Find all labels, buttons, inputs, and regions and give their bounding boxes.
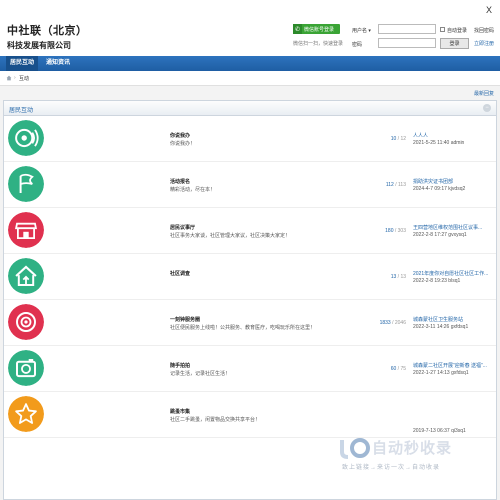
register-link[interactable]: 立即注册 <box>474 40 494 47</box>
post-count: 113 <box>398 182 406 188</box>
forum-row: 跳蚤市集 社区二手跳蚤，闲置物品交换共享平台！ 2019-7-13 06:37 … <box>4 392 496 438</box>
close-icon[interactable]: X <box>486 5 492 15</box>
forum-description: 你说我办！ <box>170 141 196 147</box>
login-button[interactable]: 登录 <box>440 38 469 49</box>
forum-counts: 10 / 12 <box>390 136 406 142</box>
forum-row: 你说我办 你说我办！ 10 / 12 人人人 2021-5-25 11:40 a… <box>4 116 496 162</box>
post-count: 12 <box>400 136 406 142</box>
post-count: 13 <box>400 274 406 280</box>
thread-count: 112 <box>385 182 394 188</box>
forum-counts: 1833 / 2046 <box>379 320 406 326</box>
last-post-meta: 2022-3-11 14:26 gxfdsq1 <box>413 324 469 330</box>
forum-name[interactable]: 社区调查 <box>170 270 190 277</box>
last-post-title[interactable]: 城森蒙二社区开展“迎新春 送福”... <box>413 362 493 369</box>
forum-name[interactable]: 居民议事厅 <box>170 224 195 231</box>
forum-name[interactable]: 跳蚤市集 <box>170 408 190 415</box>
watermark-text: 自动秒收录 <box>372 440 453 457</box>
last-post-meta: 2022-1-27 14:13 gxfdsq1 <box>413 370 469 376</box>
target-icon[interactable] <box>8 304 44 340</box>
breadcrumb: › 互动 <box>0 71 500 86</box>
forum-name[interactable]: 随手拍拍 <box>170 362 190 369</box>
forum-description: 记录生活，记录社区生活！ <box>170 371 231 377</box>
last-post-meta: 2019-7-13 06:37 qi3sq1 <box>413 428 466 434</box>
forum-row: 随手拍拍 记录生活，记录社区生活！ 60 / 75 城森蒙二社区开展“迎新春 送… <box>4 346 496 392</box>
last-post-title[interactable]: 城森蒙社区卫生服务站 <box>413 316 493 323</box>
forgot-password-link[interactable]: 找回密码 <box>474 27 494 34</box>
watermark: 自动秒收录 致上链接→来访一次→自动收录 <box>334 436 494 476</box>
forum-row: 社区调查 13 / 13 2021年度你对自愿社区社区工作... 2022-2-… <box>4 254 496 300</box>
logo-title[interactable]: 中社联（北京） <box>7 22 88 38</box>
site-header: 中社联（北京） 科技发展有限公司 X ✆ 微信账号登录 微信扫一扫，快速登录 用… <box>0 0 500 56</box>
last-post-meta: 2024-4-7 09:17 kjvdsq2 <box>413 186 466 192</box>
forum-name[interactable]: 活动报名 <box>170 178 190 185</box>
wechat-login-button[interactable]: ✆ 微信账号登录 <box>293 24 340 34</box>
last-post-title[interactable]: 捐助洪灾证书团部 <box>413 178 493 185</box>
forum-description: 社区二手跳蚤，闲置物品交换共享平台！ <box>170 417 261 423</box>
camera-icon[interactable] <box>8 350 44 386</box>
newest-reply-link[interactable]: 最新回复 <box>474 90 494 97</box>
thread-count: 1833 <box>379 320 391 326</box>
collapse-icon[interactable]: − <box>483 104 491 112</box>
home-icon[interactable] <box>6 75 12 81</box>
forum-counts: 60 / 75 <box>390 366 406 372</box>
nav-item-residents[interactable]: 居民互动 <box>6 56 39 71</box>
flag-icon[interactable] <box>8 166 44 202</box>
username-input[interactable] <box>378 24 436 34</box>
last-post-title[interactable]: 2021年度你对自愿社区社区工作... <box>413 270 493 277</box>
forum-name[interactable]: 你说我办 <box>170 132 190 139</box>
last-post-meta: 2022-2-8 19:23 blsq1 <box>413 278 461 284</box>
main-nav: 居民互动 通知资讯 <box>0 56 500 71</box>
forum-category-header: 居民互动 − <box>4 101 496 116</box>
forum-counts: 180 / 303 <box>385 228 406 234</box>
breadcrumb-current[interactable]: 互动 <box>19 75 29 82</box>
watermark-subtext: 致上链接→来访一次→自动收录 <box>342 465 441 471</box>
forum-description: 社区便民服务上线啦！公共服务、教育医疗，吃喝玩乐所在这里！ <box>170 325 316 331</box>
shop-icon[interactable] <box>8 212 44 248</box>
wechat-login-hint: 微信扫一扫，快速登录 <box>293 41 344 47</box>
last-post-title[interactable]: 人人人 <box>413 132 493 139</box>
forum-row: 活动报名 精彩活动，尽在本！ 112 / 113 捐助洪灾证书团部 2024-4… <box>4 162 496 208</box>
forum-name[interactable]: 一刻钟服务圈 <box>170 316 200 323</box>
home-icon[interactable] <box>8 258 44 294</box>
forum-description: 精彩活动，尽在本！ <box>170 187 216 193</box>
username-label[interactable]: 用户名 ▾ <box>352 27 371 34</box>
wechat-icon: ✆ <box>293 24 302 34</box>
star-icon[interactable] <box>8 396 44 432</box>
post-count: 2046 <box>394 320 406 326</box>
last-post-title[interactable]: 王四营地区维权范围社区议事... <box>413 224 493 231</box>
forum-row: 一刻钟服务圈 社区便民服务上线啦！公共服务、教育医疗，吃喝玩乐所在这里！ 183… <box>4 300 496 346</box>
breadcrumb-separator: › <box>14 75 16 81</box>
forum-row: 居民议事厅 社区事务大家谈，社区管理大家议，社区决策大家定！ 180 / 303… <box>4 208 496 254</box>
logo-subtitle: 科技发展有限公司 <box>7 41 71 50</box>
password-input[interactable] <box>378 38 436 48</box>
forum-counts: 13 / 13 <box>390 274 406 280</box>
last-post-meta: 2022-2-8 17:27 gvxysq1 <box>413 232 467 238</box>
auto-login-checkbox[interactable] <box>440 27 445 32</box>
post-count: 303 <box>397 228 406 234</box>
last-post-meta: 2021-5-25 11:40 admin <box>413 140 465 146</box>
forum-description: 社区事务大家谈，社区管理大家议，社区决策大家定！ <box>170 233 291 239</box>
password-label: 密码 <box>352 42 363 48</box>
auto-login-label: 自动登录 <box>447 28 468 34</box>
forum-counts: 112 / 113 <box>385 182 406 188</box>
watermark-logo-icon <box>340 438 370 459</box>
post-count: 75 <box>400 366 406 372</box>
sound-icon[interactable] <box>8 120 44 156</box>
nav-item-news[interactable]: 通知资讯 <box>42 56 74 71</box>
wechat-login-label: 微信账号登录 <box>304 26 335 33</box>
forum-category-title[interactable]: 居民互动 <box>9 105 33 114</box>
